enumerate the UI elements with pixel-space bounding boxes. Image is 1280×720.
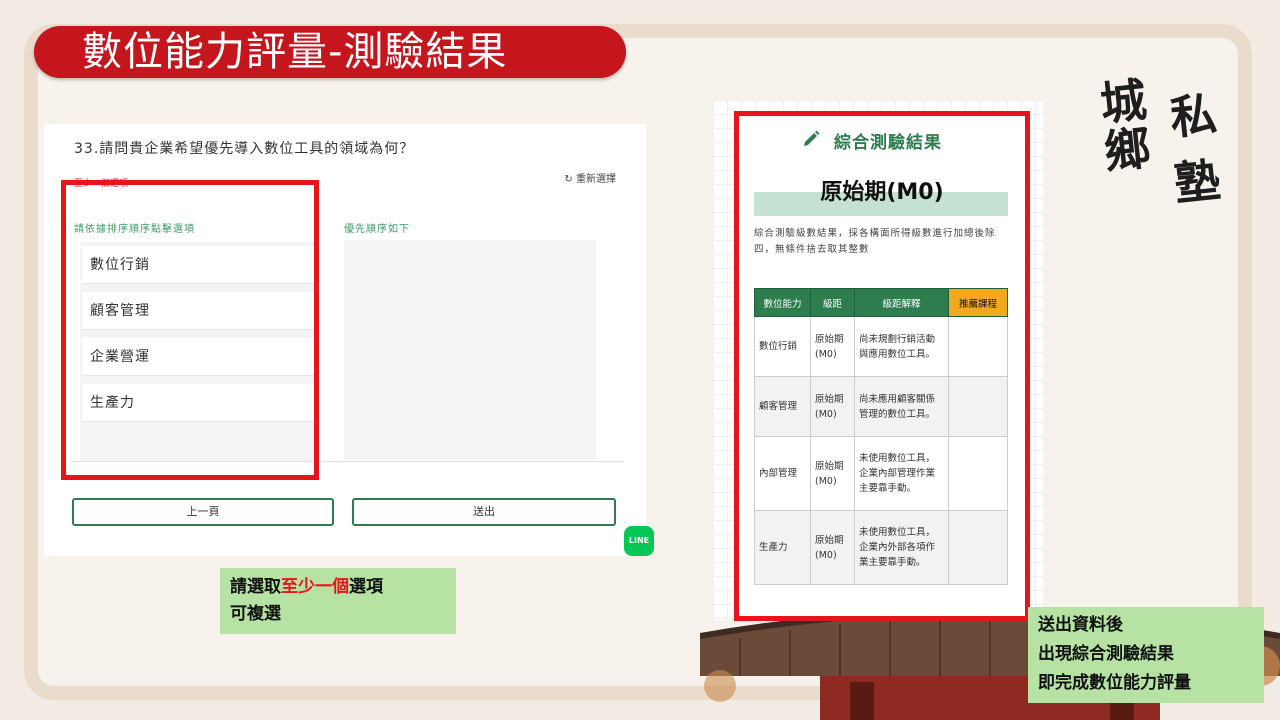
note-left: 請選取至少一個選項 可複選 [220, 568, 456, 634]
note-right-line-2: 出現綜合測驗結果 [1038, 644, 1174, 664]
question-title: 33.請問貴企業希望優先導入數位工具的領域為何？ [74, 141, 415, 157]
submit-button[interactable]: 送出 [352, 498, 616, 526]
highlight-box-result [734, 111, 1030, 621]
priority-column-label: 優先順序如下 [344, 224, 410, 235]
note-left-line-2: 可複選 [230, 604, 281, 624]
logo-char-4: 塾 [1171, 152, 1224, 212]
title-banner: 數位能力評量-測驗結果 [34, 26, 626, 78]
note-right-line-3: 即完成數位能力評量 [1038, 673, 1191, 693]
note-left-line-1: 請選取至少一個選項 [230, 577, 383, 597]
logo: 城 鄉 私 塾 [1094, 66, 1234, 212]
note-right-line-1: 送出資料後 [1038, 615, 1123, 635]
prev-page-button[interactable]: 上一頁 [72, 498, 334, 526]
highlight-box-options [61, 180, 319, 480]
reset-label: 重新選擇 [576, 174, 616, 185]
reset-button[interactable]: ↻ 重新選擇 [564, 170, 616, 185]
priority-drop-area[interactable] [344, 240, 596, 460]
line-chat-icon[interactable]: LINE [624, 526, 654, 556]
slide-title: 數位能力評量-測驗結果 [82, 29, 508, 75]
note-right: 送出資料後 出現綜合測驗結果 即完成數位能力評量 [1028, 607, 1264, 703]
logo-char-2: 鄉 [1101, 120, 1154, 180]
logo-char-3: 私 [1167, 86, 1220, 146]
reload-icon: ↻ [564, 174, 573, 185]
